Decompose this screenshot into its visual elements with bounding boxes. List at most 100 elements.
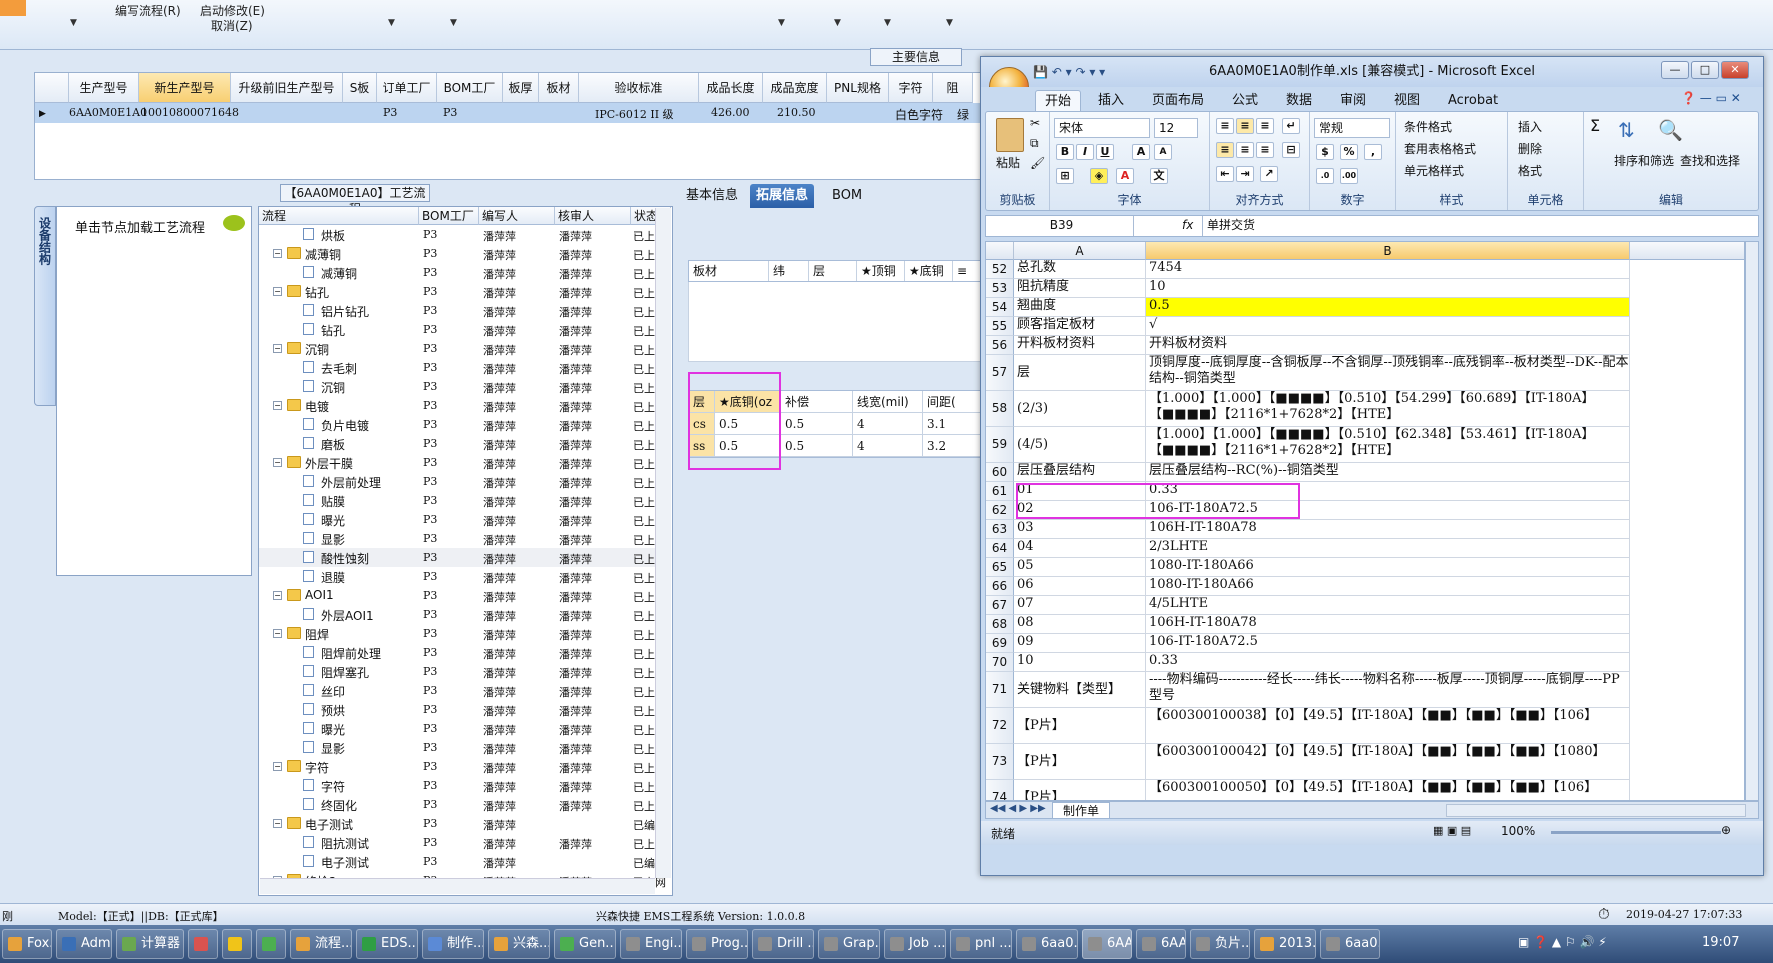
tree-node-label[interactable]: AOI1 [305,588,334,602]
cell-a[interactable]: 顾客指定板材 [1014,317,1146,336]
col-header[interactable]: 层 [809,261,857,281]
cell-compensation[interactable]: 0.5 [781,435,853,457]
tree-node-label[interactable]: 阻焊 [305,626,329,643]
row-header[interactable]: 52 [986,260,1014,279]
tree-row[interactable]: − 字符 P3 潘萍萍 潘萍萍 已上网 [259,757,666,776]
col-header[interactable]: BOM工厂 [437,73,503,103]
tree-row[interactable]: 曝光 P3 潘萍萍 潘萍萍 已上网 [259,719,666,738]
row-header[interactable]: 74 [986,780,1014,800]
row-header[interactable]: 53 [986,279,1014,298]
tree-node-label[interactable]: 显影 [321,740,345,757]
tree-row[interactable]: − AOI1 P3 潘萍萍 潘萍萍 已上网 [259,586,666,605]
cell-b[interactable]: 1080-IT-180A66 [1146,558,1630,577]
merge-icon[interactable]: ⊟ [1282,142,1300,158]
cell-a[interactable]: 翘曲度 [1014,298,1146,317]
cell-b[interactable]: 【600300100050】【0】【49.5】【IT-180A】【■■】【■■】… [1146,780,1630,800]
cut-icon[interactable]: ✂ [1030,116,1040,130]
sheet-tab-active[interactable]: 制作单 [1052,802,1111,819]
cell-a[interactable]: 总孔数 [1014,260,1146,279]
align-right-icon[interactable]: ≡ [1256,142,1274,158]
tree-node-label[interactable]: 铝片钻孔 [321,303,369,320]
tab-insert[interactable]: 插入 [1089,90,1133,111]
format-cells-button[interactable]: 格式 [1518,162,1542,179]
cell-b[interactable]: ----物料编码-----------经长-----纬长-----物料名称---… [1146,672,1630,708]
process-tree[interactable]: 流程 BOM工厂 编写人 核审人 状态 烘板 P3 潘萍萍 潘萍萍 已上网 − 减薄铜 P3 潘… [258,206,673,896]
col-header[interactable]: 验收标准 [579,73,699,103]
increase-decimal-icon[interactable]: .0 [1316,168,1334,184]
align-left-icon[interactable]: ≡ [1216,142,1234,158]
dropdown-arrow-icon[interactable]: ▼ [778,18,785,28]
collapse-icon[interactable]: − [273,762,282,771]
cell-b[interactable]: 层压叠层结构--RC(%)--铜箔类型 [1146,463,1630,482]
taskbar-item[interactable]: Job ... [884,929,946,959]
close-icon[interactable]: ✕ [1721,61,1749,79]
percent-icon[interactable]: % [1340,144,1358,160]
taskbar-item[interactable]: 6AA... [1082,929,1132,959]
taskbar-item[interactable]: 计算器 [116,929,184,959]
function-icon[interactable]: fx [1182,218,1193,232]
decrease-decimal-icon[interactable]: .00 [1340,168,1358,184]
format-painter-icon[interactable]: 🖌 [1030,156,1045,170]
cell-b[interactable]: 【600300100038】【0】【49.5】【IT-180A】【■■】【■■】… [1146,708,1630,744]
row-header[interactable]: 54 [986,298,1014,317]
tab-view[interactable]: 视图 [1385,90,1429,111]
collapse-icon[interactable]: − [273,458,282,467]
col-header[interactable]: 补偿 [781,391,853,413]
cell-a[interactable]: 03 [1014,520,1146,539]
col-header[interactable]: 字符 [889,73,933,103]
tree-node-label[interactable]: 预烘 [321,702,345,719]
orientation-icon[interactable]: ↗ [1260,166,1278,182]
column-header-a[interactable]: A [1014,242,1146,260]
row-header[interactable]: 63 [986,520,1014,539]
col-header[interactable]: ★顶铜 [857,261,905,281]
shrink-font-icon[interactable]: A [1154,144,1172,160]
spreadsheet-grid[interactable]: A B 52 总孔数 7454 53 阻抗精度 10 54 翘曲度 0.5 55 顾客指定板材 √ 56… [985,241,1745,801]
col-header-checker[interactable]: 核审人 [555,207,631,225]
col-header[interactable]: S板 [343,73,377,103]
dropdown-arrow-icon[interactable]: ▼ [946,18,953,28]
border-icon[interactable]: ⊞ [1056,168,1074,184]
collapse-icon[interactable]: − [273,819,282,828]
taskbar-clock[interactable]: 19:07 [1702,935,1739,950]
row-header[interactable]: 66 [986,577,1014,596]
taskbar-item[interactable]: Fox... [2,929,52,959]
dropdown-arrow-icon[interactable]: ▼ [834,18,841,28]
row-header[interactable]: 65 [986,558,1014,577]
cell-b[interactable]: 10 [1146,279,1630,298]
cell-b[interactable]: 0.5 [1146,298,1630,317]
sheet-nav-icon[interactable]: ◀◀ ◀ ▶ ▶▶ [990,803,1046,814]
tree-node-label[interactable]: 退膜 [321,569,345,586]
cell-a[interactable]: (4/5) [1014,427,1146,463]
collapse-icon[interactable]: − [273,591,282,600]
cell-width[interactable]: 210.50 [777,106,816,119]
collapse-icon[interactable]: − [273,401,282,410]
grow-font-icon[interactable]: A [1132,144,1150,160]
cell-b[interactable]: 4/5LHTE [1146,596,1630,615]
sheet-vertical-scrollbar[interactable] [1745,241,1759,801]
cell-a[interactable]: 【P片】 [1014,708,1146,744]
cell-a[interactable]: 关键物料【类型】 [1014,672,1146,708]
tree-node-label[interactable]: 电子测试 [321,854,369,871]
tree-row[interactable]: − 外层干膜 P3 潘萍萍 潘萍萍 已上网 [259,453,666,472]
maximize-icon[interactable]: □ [1691,61,1719,79]
cell-a[interactable]: 【P片】 [1014,744,1146,780]
tree-row[interactable]: 减薄铜 P3 潘萍萍 潘萍萍 已上网 [259,263,666,282]
cell-line-width[interactable]: 4 [853,435,923,457]
cell-b[interactable]: 【600300100042】【0】【49.5】【IT-180A】【■■】【■■】… [1146,744,1630,780]
align-bottom-icon[interactable]: ≡ [1256,118,1274,134]
fill-color-icon[interactable]: ◈ [1090,168,1108,184]
table-format-button[interactable]: 套用表格格式 [1404,140,1476,157]
tree-row[interactable]: 外层前处理 P3 潘萍萍 潘萍萍 已上网 [259,472,666,491]
collapse-icon[interactable]: − [273,249,282,258]
tray-icons[interactable]: ▣ ❓ ▲ ⚐ 🔊 ⚡ [1518,935,1607,949]
tree-row[interactable]: 沉铜 P3 潘萍萍 潘萍萍 已上网 [259,377,666,396]
zoom-slider[interactable] [1551,831,1721,834]
tree-row[interactable]: 去毛刺 P3 潘萍萍 潘萍萍 已上网 [259,358,666,377]
col-header[interactable]: PNL规格 [827,73,889,103]
cell-a[interactable]: 04 [1014,539,1146,558]
align-middle-icon[interactable]: ≡ [1236,118,1254,134]
tree-node-label[interactable]: 磨板 [321,436,345,453]
taskbar-item[interactable]: Prog... [686,929,748,959]
taskbar-item[interactable] [222,929,252,959]
row-header[interactable]: 62 [986,501,1014,520]
